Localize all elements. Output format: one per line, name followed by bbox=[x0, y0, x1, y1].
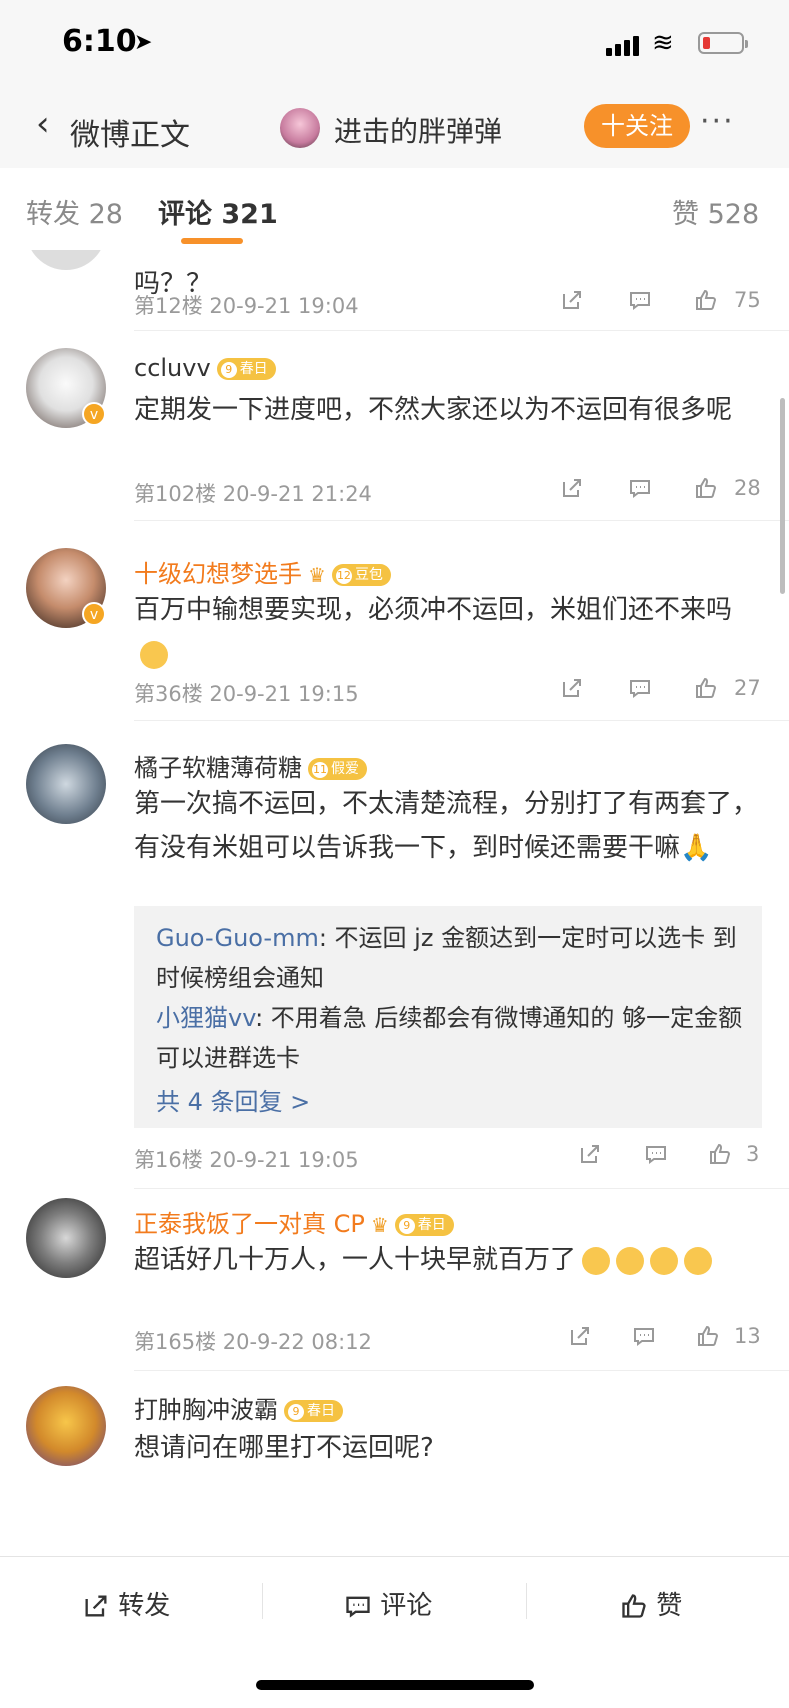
scrollbar[interactable] bbox=[780, 398, 785, 594]
divider bbox=[134, 330, 789, 331]
verified-icon: v bbox=[82, 402, 106, 426]
share-icon[interactable] bbox=[578, 1142, 602, 1171]
comment-text: 第一次搞不运回，不太清楚流程，分别打了有两套了，有没有米姐可以告诉我一下，到时候… bbox=[134, 789, 759, 863]
tab-repost[interactable]: 转发 28 bbox=[26, 192, 123, 231]
reply-item[interactable]: 小狸猫vv: 不用着急 后续都会有微博通知的 够一定金额可以进群选卡 bbox=[156, 998, 746, 1078]
comment-text: 定期发一下进度吧，不然大家还以为不运回有很多呢 bbox=[134, 395, 733, 425]
like-icon bbox=[622, 1594, 646, 1618]
reply-icon[interactable] bbox=[628, 476, 652, 505]
emoji-icon bbox=[140, 640, 168, 669]
username[interactable]: 十级幻想梦选手 ♛ 12 豆包 bbox=[134, 554, 391, 589]
reply-icon[interactable] bbox=[632, 1324, 656, 1353]
cellular-signal-icon bbox=[606, 34, 642, 56]
more-replies-link[interactable]: 共 4 条回复 > bbox=[156, 1082, 310, 1117]
reply-icon[interactable] bbox=[628, 288, 652, 317]
share-icon[interactable] bbox=[560, 476, 584, 505]
reply-item[interactable]: Guo-Guo-mm: 不运回 jz 金额达到一定时可以选卡 到时候榜组会通知 bbox=[156, 918, 746, 998]
tab-comments[interactable]: 评论 321 bbox=[158, 192, 278, 231]
divider bbox=[134, 720, 789, 721]
divider bbox=[526, 1583, 527, 1619]
avatar[interactable] bbox=[26, 1198, 106, 1278]
comment-meta: 第36楼 20-9-21 19:15 bbox=[134, 682, 359, 706]
avatar[interactable] bbox=[26, 250, 106, 270]
status-bar: 6:10 ➤ ≋ bbox=[0, 0, 789, 88]
back-button[interactable]: 微博正文 bbox=[70, 110, 190, 154]
like-icon[interactable] bbox=[694, 476, 718, 505]
like-icon[interactable] bbox=[708, 1142, 732, 1171]
avatar[interactable] bbox=[26, 744, 106, 824]
wifi-icon: ≋ bbox=[652, 28, 674, 58]
crown-icon: ♛ bbox=[308, 563, 326, 587]
emoji-icon bbox=[582, 1246, 611, 1275]
status-time: 6:10 bbox=[62, 24, 137, 59]
fan-level-badge: 9 春日 bbox=[394, 1214, 454, 1236]
comment-feed[interactable]: 吗？？ 第12楼 20-9-21 19:04 75 v ccluvv 9 春日 定期… bbox=[0, 250, 789, 1556]
emoji-icon bbox=[650, 1246, 679, 1275]
like-count: 3 bbox=[746, 1142, 760, 1166]
comment-button[interactable]: 评论 bbox=[344, 1585, 432, 1622]
like-icon[interactable] bbox=[694, 288, 718, 317]
comment-icon bbox=[346, 1596, 370, 1618]
like-icon[interactable] bbox=[694, 676, 718, 705]
more-options-icon[interactable]: ··· bbox=[700, 104, 735, 139]
share-icon[interactable] bbox=[568, 1324, 592, 1353]
comment-meta: 第16楼 20-9-21 19:05 bbox=[134, 1148, 359, 1172]
like-button[interactable]: 赞 bbox=[620, 1585, 682, 1622]
verified-icon: v bbox=[82, 602, 106, 626]
fan-level-badge: 9 春日 bbox=[284, 1400, 343, 1422]
tab-bar: 转发 28 评论 321 赞 528 bbox=[0, 168, 789, 251]
home-indicator[interactable] bbox=[256, 1680, 534, 1690]
follow-button[interactable]: 十关注 bbox=[584, 104, 690, 148]
fan-level-badge: 11 假爱 bbox=[308, 758, 367, 780]
share-icon bbox=[85, 1595, 107, 1617]
repost-button[interactable]: 转发 bbox=[82, 1585, 170, 1622]
emoji-icon bbox=[616, 1246, 645, 1275]
divider bbox=[134, 1188, 789, 1189]
divider bbox=[134, 1370, 789, 1371]
username[interactable]: ccluvv 9 春日 bbox=[134, 354, 276, 382]
comment-text: 百万中输想要实现，必须冲不运回，米姐们还不来吗 bbox=[134, 588, 764, 676]
emoji-icon bbox=[684, 1246, 713, 1275]
author-avatar[interactable] bbox=[280, 108, 320, 148]
like-count: 13 bbox=[734, 1324, 761, 1348]
comment-meta: 第102楼 20-9-21 21:24 bbox=[134, 482, 372, 506]
reply-icon[interactable] bbox=[628, 676, 652, 705]
divider bbox=[262, 1583, 263, 1619]
comment-meta: 第12楼 20-9-21 19:04 bbox=[134, 294, 359, 318]
avatar[interactable] bbox=[26, 1386, 106, 1466]
author-name[interactable]: 进击的胖弹弹 bbox=[334, 110, 502, 150]
battery-icon bbox=[698, 32, 748, 54]
like-count: 28 bbox=[734, 476, 761, 500]
nav-bar: ‹ 微博正文 进击的胖弹弹 十关注 ··· bbox=[0, 88, 789, 169]
location-arrow-icon: ➤ bbox=[134, 30, 153, 55]
username[interactable]: 正泰我饭了一对真 CP ♛ 9 春日 bbox=[134, 1204, 454, 1239]
reply-preview-box[interactable]: Guo-Guo-mm: 不运回 jz 金额达到一定时可以选卡 到时候榜组会通知 … bbox=[134, 906, 762, 1128]
tab-likes[interactable]: 赞 528 bbox=[672, 192, 759, 231]
like-icon[interactable] bbox=[696, 1324, 720, 1353]
back-chevron-icon[interactable]: ‹ bbox=[36, 104, 50, 144]
active-tab-indicator bbox=[181, 238, 243, 244]
comment-text: 超话好几十万人，一人十块早就百万了 bbox=[134, 1238, 764, 1282]
share-icon[interactable] bbox=[560, 288, 584, 317]
comment-text: 想请问在哪里打不运回呢? bbox=[134, 1433, 434, 1463]
username[interactable]: 打肿胸冲波霸 9 春日 bbox=[134, 1390, 343, 1425]
username[interactable]: 橘子软糖薄荷糖 11 假爱 bbox=[134, 748, 367, 783]
fan-level-badge: 9 春日 bbox=[216, 358, 276, 380]
crown-icon: ♛ bbox=[370, 1213, 389, 1237]
divider bbox=[134, 520, 789, 521]
bottom-action-bar: 转发 评论 赞 bbox=[0, 1556, 789, 1645]
pray-icon: 🙏 bbox=[680, 833, 713, 863]
like-count: 27 bbox=[734, 676, 761, 700]
comment-meta: 第165楼 20-9-22 08:12 bbox=[134, 1330, 372, 1354]
share-icon[interactable] bbox=[560, 676, 584, 705]
reply-icon[interactable] bbox=[644, 1142, 668, 1171]
fan-level-badge: 12 豆包 bbox=[331, 564, 391, 586]
like-count: 75 bbox=[734, 288, 761, 312]
